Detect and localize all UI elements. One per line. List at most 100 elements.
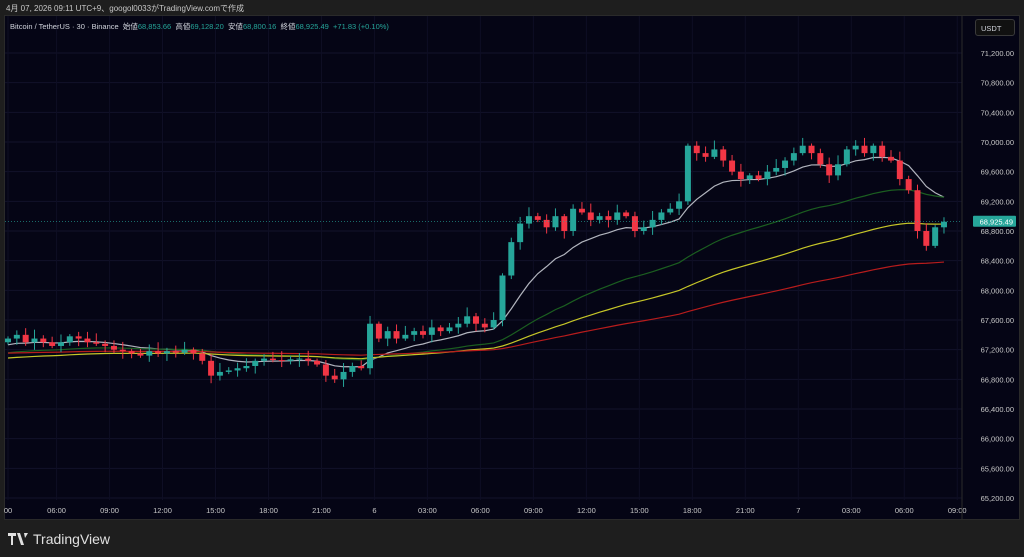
candle-body xyxy=(261,358,268,361)
candle xyxy=(835,155,842,181)
price-chart[interactable]: 71,200.00 70,800.00 70,400.00 70,000.00 69,6… xyxy=(0,0,1024,557)
candle xyxy=(137,348,144,358)
candle xyxy=(5,336,11,345)
x-tick-label: 12:00 xyxy=(577,506,596,515)
candle xyxy=(729,154,736,176)
candle-body xyxy=(923,231,930,246)
candle-body xyxy=(640,227,647,232)
x-tick-label: 03:00 xyxy=(842,506,861,515)
x-tick-label: 03:00 xyxy=(418,506,437,515)
candle xyxy=(676,193,683,215)
candle xyxy=(702,146,709,162)
candle-body xyxy=(835,164,842,176)
candle xyxy=(499,273,506,327)
symbol-name: Bitcoin / TetherUS · 30 · Binance xyxy=(10,22,119,31)
candle-body xyxy=(525,216,532,224)
candle-body xyxy=(340,371,347,380)
candle-body xyxy=(755,175,762,180)
candle-body xyxy=(252,360,259,366)
candle-body xyxy=(534,216,541,220)
candle-body xyxy=(384,331,391,339)
candle-body xyxy=(693,145,700,154)
candle xyxy=(40,335,47,348)
candle-body xyxy=(22,334,29,343)
candle-body xyxy=(172,351,179,353)
low-value: 68,800.16 xyxy=(242,22,277,31)
candle-body xyxy=(711,149,718,157)
candle-body xyxy=(190,349,197,354)
candle xyxy=(843,146,850,167)
currency-button[interactable]: USDT xyxy=(975,19,1015,36)
candle-body xyxy=(349,365,356,372)
y-tick-label: 69,600.00 xyxy=(981,168,1014,177)
brand-name: TradingView xyxy=(33,531,111,547)
candle xyxy=(905,175,912,194)
symbol-legend: Bitcoin / TetherUS · 30 · Binance 始値 68,8… xyxy=(10,21,389,32)
candle-body xyxy=(40,338,47,343)
candle-body xyxy=(146,351,153,356)
y-tick-label: 68,800.00 xyxy=(981,227,1014,236)
candle-body xyxy=(905,179,912,191)
moving-average-line xyxy=(7,261,945,356)
candle xyxy=(314,358,321,367)
candle xyxy=(464,307,471,328)
tradingview-logo: TradingView xyxy=(8,531,110,547)
candle-body xyxy=(181,349,188,353)
candle xyxy=(31,329,38,350)
candle-body xyxy=(287,359,294,361)
candle-body xyxy=(932,227,939,246)
candle xyxy=(534,212,541,223)
candle xyxy=(888,150,894,163)
candle-body xyxy=(852,145,859,150)
candle-body xyxy=(163,351,170,354)
candle-body xyxy=(799,145,806,154)
x-tick-label: 21:00 xyxy=(736,506,755,515)
x-tick-label: 21:00 xyxy=(312,506,331,515)
candle xyxy=(861,137,868,157)
low-label: 安値 xyxy=(227,22,243,31)
candle-body xyxy=(826,164,833,176)
candle-body xyxy=(5,338,11,343)
x-tick-label: 06:00 xyxy=(47,506,66,515)
candle-body xyxy=(578,208,585,213)
close-label: 終値 xyxy=(280,22,296,31)
candle-body xyxy=(614,212,621,220)
candle xyxy=(234,362,241,377)
candle xyxy=(640,220,647,235)
candle xyxy=(49,336,56,349)
candle xyxy=(375,321,382,343)
candle-body xyxy=(773,167,780,172)
candle xyxy=(932,225,939,249)
candle-body xyxy=(684,145,691,202)
candle xyxy=(287,355,294,365)
candle xyxy=(243,358,250,372)
candle-body xyxy=(746,175,753,180)
candle xyxy=(587,203,594,227)
tradingview-logo-icon xyxy=(8,533,28,545)
candle-body xyxy=(402,334,409,339)
candle xyxy=(684,143,691,205)
y-tick-label: 68,000.00 xyxy=(981,286,1014,295)
candle-body xyxy=(508,242,515,276)
candle-body xyxy=(561,216,568,232)
candle xyxy=(252,358,259,374)
candle-body xyxy=(702,153,709,157)
candle-body xyxy=(278,360,285,362)
candle-body xyxy=(631,216,638,232)
candle xyxy=(367,315,374,375)
candle-body xyxy=(93,342,100,344)
candle xyxy=(711,140,718,160)
candle xyxy=(208,354,215,384)
candle xyxy=(402,325,409,341)
candle-body xyxy=(455,323,462,328)
x-tick-label: 09:00 xyxy=(948,506,967,515)
candle-body xyxy=(808,145,815,154)
y-tick-label: 67,200.00 xyxy=(981,346,1014,355)
open-label: 始値 xyxy=(122,22,138,31)
candle xyxy=(146,344,153,362)
close-value: 68,925.49 xyxy=(295,22,329,31)
candle-body xyxy=(720,149,727,161)
x-tick-label: 18:00 xyxy=(683,506,702,515)
high-label: 高値 xyxy=(175,22,191,31)
candle xyxy=(75,331,82,347)
